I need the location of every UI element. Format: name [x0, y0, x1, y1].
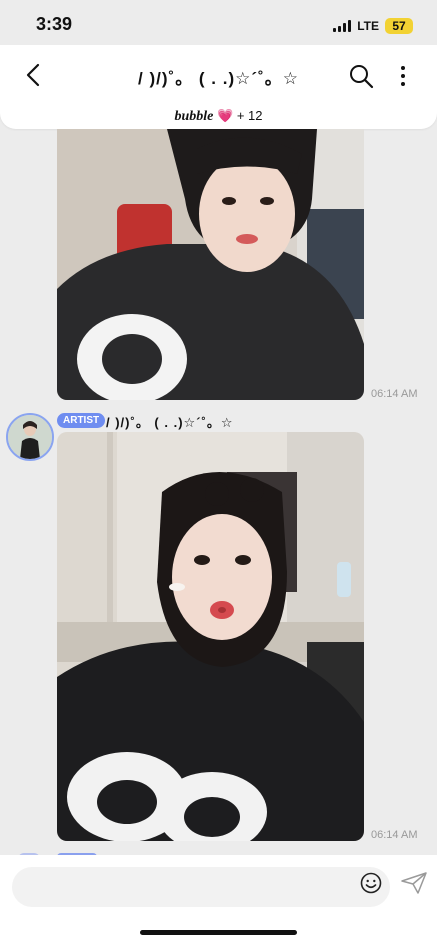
battery-level: 57	[385, 18, 413, 34]
avatar[interactable]	[6, 413, 54, 461]
sender-name: / )/)˚。 ( . .)☆´˚。☆	[106, 415, 234, 430]
status-indicators: LTE 57	[333, 18, 413, 34]
paper-plane-icon[interactable]	[401, 872, 427, 894]
photo-image	[57, 129, 364, 400]
chat-title: / )/)˚。 ( . .)☆´˚。☆	[138, 69, 299, 88]
heart-icon: 💗	[217, 108, 234, 123]
chevron-left-icon[interactable]	[22, 61, 46, 89]
artist-badge: ARTIST	[57, 413, 106, 428]
message-photo[interactable]	[57, 432, 364, 841]
search-icon[interactable]	[348, 63, 374, 89]
subscriber-info: bubble 💗 + 12	[0, 108, 437, 125]
message-photo[interactable]	[57, 129, 364, 400]
smiley-icon[interactable]	[360, 872, 382, 894]
photo-image	[57, 432, 364, 841]
signal-icon	[333, 20, 352, 32]
home-indicator	[140, 930, 297, 935]
message-time: 06:14 AM	[371, 388, 418, 400]
subscriber-count: + 12	[236, 108, 263, 123]
brand-label: bubble	[174, 109, 214, 124]
chat-header: / )/)˚。 ( . .)☆´˚。☆ bubble 💗 + 12	[0, 45, 437, 129]
message-input[interactable]	[12, 867, 390, 907]
network-label: LTE	[357, 19, 379, 33]
status-bar: 3:39 LTE 57	[0, 0, 437, 50]
avatar-image	[8, 415, 52, 459]
message-time: 06:14 AM	[371, 829, 418, 841]
status-time: 3:39	[36, 14, 73, 34]
more-vertical-icon[interactable]	[396, 63, 410, 89]
